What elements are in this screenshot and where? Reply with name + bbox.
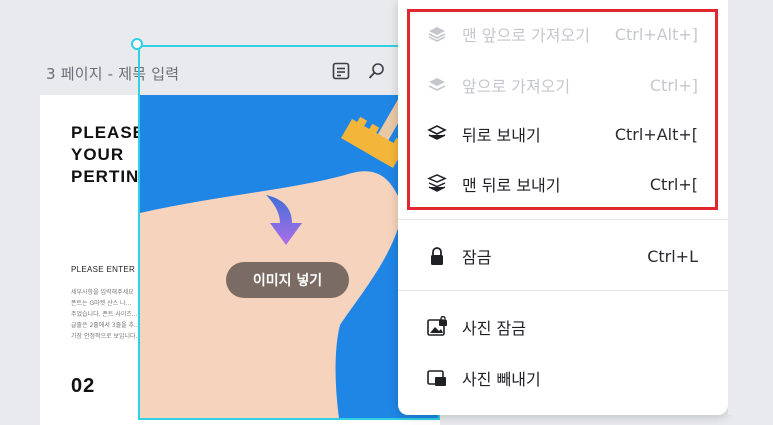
menu-item-lock[interactable]: 잠금 Ctrl+L [398, 232, 728, 280]
photo-lock-icon [426, 316, 448, 338]
lock-icon [426, 245, 448, 267]
insert-image-button[interactable]: 이미지 넣기 [226, 262, 349, 298]
menu-divider [398, 290, 728, 291]
menu-item-photo-lock[interactable]: 사진 잠금 [398, 303, 728, 351]
highlight-box [407, 9, 718, 210]
menu-item-label: 사진 잠금 [462, 319, 526, 338]
menu-item-label: 잠금 [462, 248, 492, 267]
menu-item-detach-photo[interactable]: 사진 빼내기 [398, 354, 728, 402]
curved-arrow-icon [262, 193, 306, 253]
canvas-right-edge [728, 0, 773, 415]
resize-handle[interactable] [131, 38, 143, 50]
menu-item-label: 사진 빼내기 [462, 370, 541, 389]
document-title: PLEASE YOUR PERTIN [71, 123, 146, 186]
menu-item-shortcut: Ctrl+L [647, 246, 698, 266]
menu-divider [398, 219, 728, 220]
section-number: 02 [71, 375, 96, 397]
document-subtitle: PLEASE ENTER [71, 265, 136, 274]
canvas-stage: 3 페이지 - 제목 입력 PLEASE YOUR PERTIN PLEASE … [0, 0, 773, 425]
detach-photo-icon [426, 367, 448, 389]
frame-photo [140, 95, 438, 418]
